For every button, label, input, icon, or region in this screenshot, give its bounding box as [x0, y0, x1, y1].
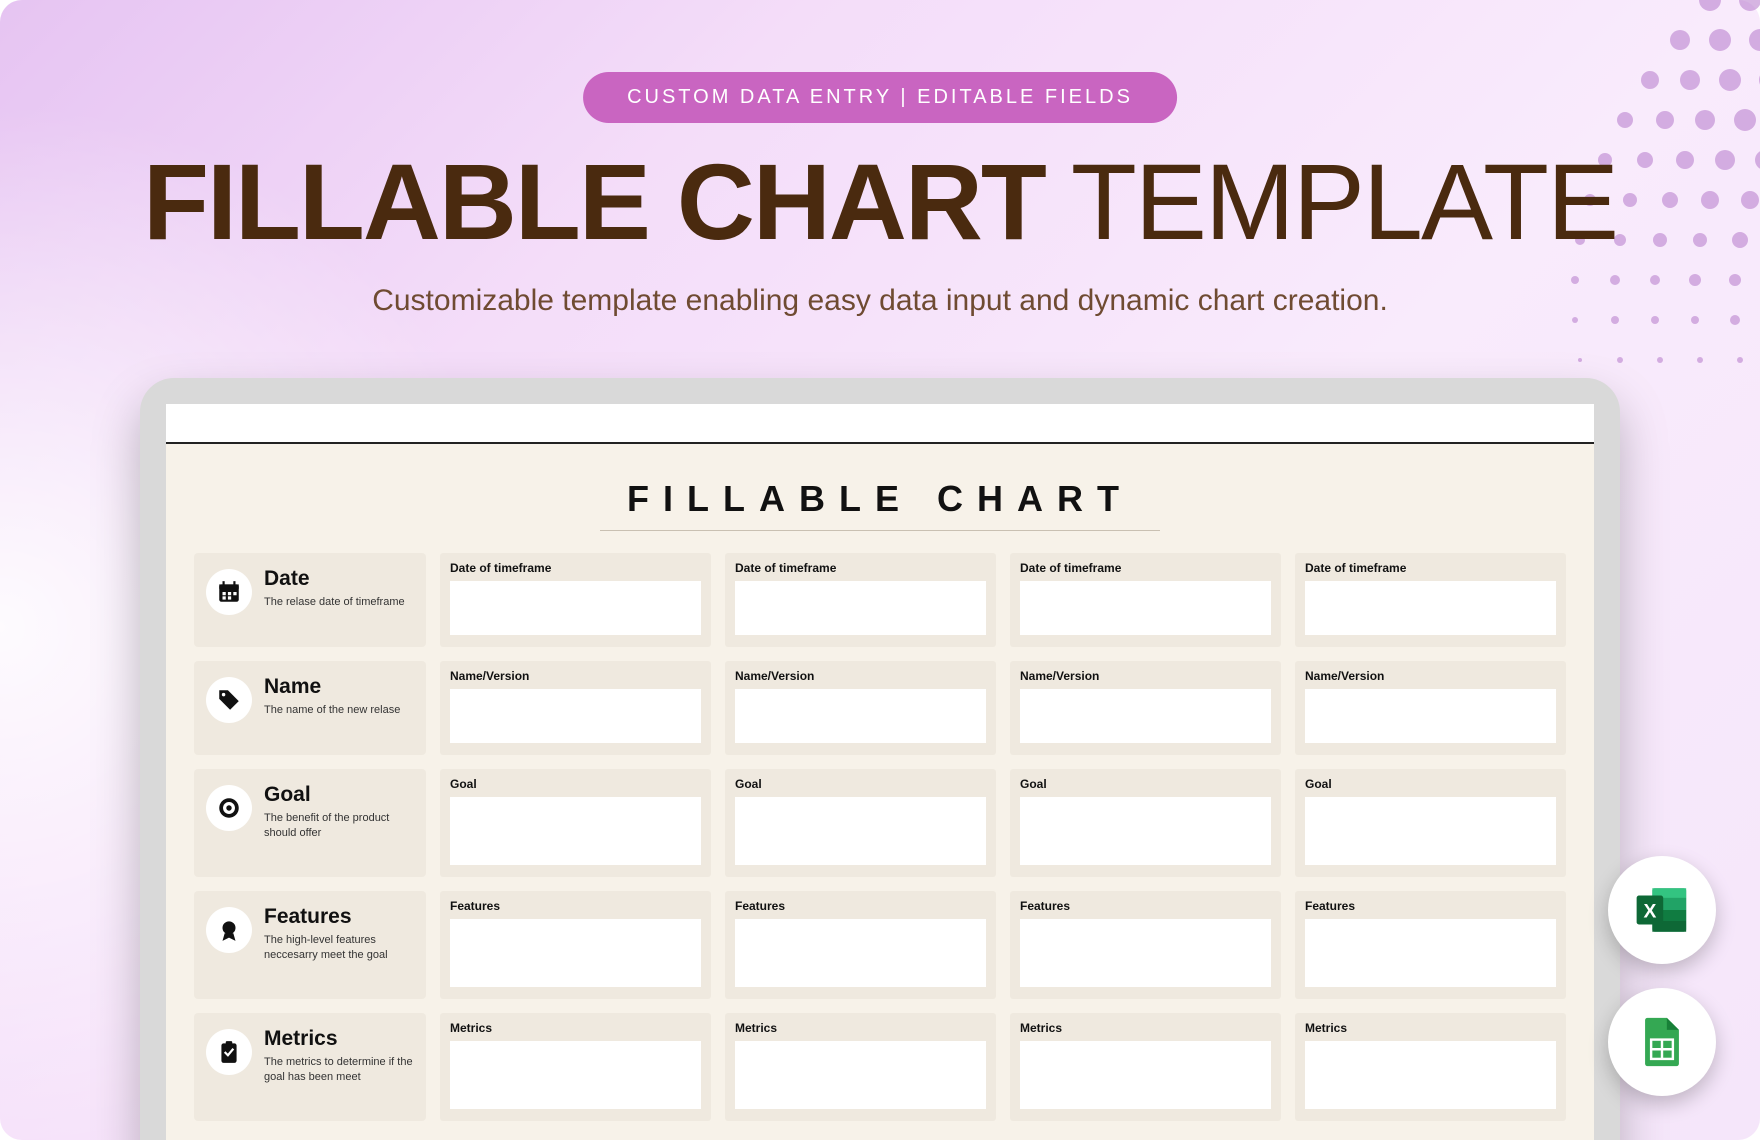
row-desc: The relase date of timeframe — [264, 595, 405, 610]
cell-metrics-4: Metrics — [1295, 1013, 1566, 1121]
cell-label: Features — [735, 899, 986, 913]
cell-input[interactable] — [1305, 919, 1556, 987]
cell-date-4: Date of timeframe — [1295, 553, 1566, 647]
cell-name-4: Name/Version — [1295, 661, 1566, 755]
cell-input[interactable] — [450, 689, 701, 743]
row-desc: The high-level features neccesarry meet … — [264, 933, 414, 963]
cell-features-4: Features — [1295, 891, 1566, 999]
row-name: Goal — [264, 783, 414, 807]
cell-label: Goal — [735, 777, 986, 791]
cell-label: Goal — [1305, 777, 1556, 791]
cell-label: Name/Version — [1305, 669, 1556, 683]
cell-goal-1: Goal — [440, 769, 711, 877]
cell-label: Goal — [450, 777, 701, 791]
cell-label: Metrics — [450, 1021, 701, 1035]
row-header-date: Date The relase date of timeframe — [194, 553, 426, 647]
cell-label: Name/Version — [1020, 669, 1271, 683]
excel-badge[interactable]: X — [1608, 856, 1716, 964]
cell-label: Name/Version — [735, 669, 986, 683]
cell-input[interactable] — [450, 919, 701, 987]
cell-label: Metrics — [1020, 1021, 1271, 1035]
cell-label: Features — [450, 899, 701, 913]
cell-input[interactable] — [735, 581, 986, 635]
calendar-icon — [206, 569, 252, 615]
title-bold: FILLABLE CHART — [143, 141, 1045, 262]
feature-pill: CUSTOM DATA ENTRY | EDITABLE FIELDS — [583, 72, 1177, 123]
sheet-title: FILLABLE CHART — [194, 478, 1566, 520]
award-icon — [206, 907, 252, 953]
cell-label: Date of timeframe — [1305, 561, 1556, 575]
cell-goal-2: Goal — [725, 769, 996, 877]
cell-label: Features — [1020, 899, 1271, 913]
cell-input[interactable] — [1020, 689, 1271, 743]
cell-input[interactable] — [1020, 797, 1271, 865]
row-header-features: Features The high-level features neccesar… — [194, 891, 426, 999]
cell-label: Name/Version — [450, 669, 701, 683]
excel-icon: X — [1633, 881, 1691, 939]
row-name: Name — [264, 675, 400, 699]
cell-features-1: Features — [440, 891, 711, 999]
screen-topbar — [166, 404, 1594, 444]
tag-icon — [206, 677, 252, 723]
cell-input[interactable] — [1020, 581, 1271, 635]
cell-input[interactable] — [1305, 689, 1556, 743]
row-name: Date — [264, 567, 405, 591]
cell-features-3: Features — [1010, 891, 1281, 999]
cell-input[interactable] — [450, 797, 701, 865]
cell-label: Date of timeframe — [735, 561, 986, 575]
row-desc: The metrics to determine if the goal has… — [264, 1055, 414, 1085]
google-sheets-badge[interactable] — [1608, 988, 1716, 1096]
cell-input[interactable] — [1305, 581, 1556, 635]
title-regular: TEMPLATE — [1045, 141, 1617, 262]
screen: FILLABLE CHART Date The relase date of ti… — [166, 404, 1594, 1140]
cell-name-3: Name/Version — [1010, 661, 1281, 755]
cell-name-2: Name/Version — [725, 661, 996, 755]
row-name: Metrics — [264, 1027, 414, 1051]
row-desc: The name of the new relase — [264, 703, 400, 718]
cell-metrics-1: Metrics — [440, 1013, 711, 1121]
chart-grid: Date The relase date of timeframe Date of … — [194, 553, 1566, 1121]
sheet: FILLABLE CHART Date The relase date of ti… — [166, 444, 1594, 1140]
cell-input[interactable] — [735, 1041, 986, 1109]
row-header-name: Name The name of the new relase — [194, 661, 426, 755]
row-header-metrics: Metrics The metrics to determine if the g… — [194, 1013, 426, 1121]
cell-goal-3: Goal — [1010, 769, 1281, 877]
row-header-goal: Goal The benefit of the product should of… — [194, 769, 426, 877]
cell-date-3: Date of timeframe — [1010, 553, 1281, 647]
cell-input[interactable] — [1020, 1041, 1271, 1109]
cell-date-2: Date of timeframe — [725, 553, 996, 647]
format-badges: X — [1608, 856, 1716, 1096]
cell-input[interactable] — [735, 919, 986, 987]
cell-input[interactable] — [450, 581, 701, 635]
row-desc: The benefit of the product should offer — [264, 811, 414, 841]
row-name: Features — [264, 905, 414, 929]
cell-label: Metrics — [1305, 1021, 1556, 1035]
sheet-underline — [600, 530, 1160, 531]
page-title: FILLABLE CHART TEMPLATE — [0, 148, 1760, 256]
cell-input[interactable] — [450, 1041, 701, 1109]
promo-card: CUSTOM DATA ENTRY | EDITABLE FIELDS FILL… — [0, 0, 1760, 1140]
cell-date-1: Date of timeframe — [440, 553, 711, 647]
cell-label: Goal — [1020, 777, 1271, 791]
google-sheets-icon — [1633, 1013, 1691, 1071]
cell-features-2: Features — [725, 891, 996, 999]
cell-label: Metrics — [735, 1021, 986, 1035]
cell-input[interactable] — [1305, 1041, 1556, 1109]
cell-input[interactable] — [735, 797, 986, 865]
tablet-frame: FILLABLE CHART Date The relase date of ti… — [140, 378, 1620, 1140]
cell-input[interactable] — [1020, 919, 1271, 987]
cell-label: Date of timeframe — [450, 561, 701, 575]
cell-name-1: Name/Version — [440, 661, 711, 755]
subtitle: Customizable template enabling easy data… — [0, 284, 1760, 318]
cell-metrics-2: Metrics — [725, 1013, 996, 1121]
svg-text:X: X — [1643, 901, 1656, 922]
cell-input[interactable] — [1305, 797, 1556, 865]
target-icon — [206, 785, 252, 831]
clipboard-icon — [206, 1029, 252, 1075]
cell-goal-4: Goal — [1295, 769, 1566, 877]
cell-label: Date of timeframe — [1020, 561, 1271, 575]
cell-label: Features — [1305, 899, 1556, 913]
cell-metrics-3: Metrics — [1010, 1013, 1281, 1121]
cell-input[interactable] — [735, 689, 986, 743]
